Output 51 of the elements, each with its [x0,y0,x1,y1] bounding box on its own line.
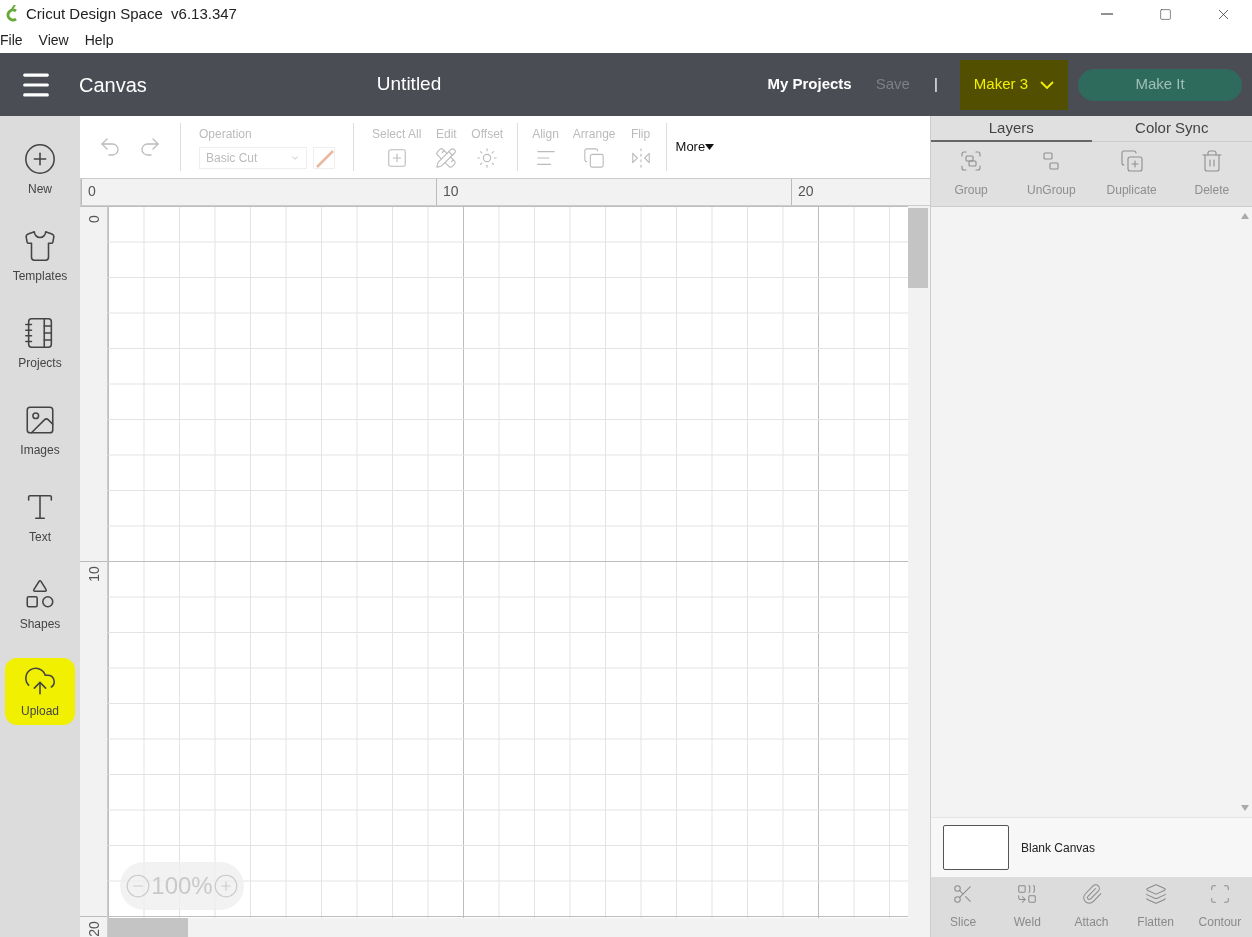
contour-icon [1208,883,1231,905]
caret-icon [705,144,715,150]
sidebar-item[interactable]: New [5,136,75,203]
more-menu-button[interactable]: More [675,137,715,157]
menu-item[interactable]: View [38,30,69,51]
layer-name[interactable]: Blank Canvas [1021,838,1096,857]
ruler-number: 20 [85,921,102,937]
sidebar-item[interactable]: Projects [5,310,75,377]
plus-circle-icon [23,141,57,176]
minimize-icon [1101,13,1113,15]
canvas-thumbnail [943,825,1009,870]
zoom-in-icon[interactable] [212,873,239,899]
ruler-number: 10 [85,566,102,582]
caret-icon [290,153,300,163]
sidebar-item[interactable]: Text [5,484,75,551]
sidebar-item[interactable]: Shapes [5,571,75,638]
sidebar-item[interactable]: Upload [5,658,75,725]
ruler-number: 0 [85,215,102,223]
weld-icon [1016,883,1039,905]
sidebar-item[interactable]: Images [5,397,75,464]
layers-icon [1144,883,1167,905]
group-icon [959,149,984,173]
zoom-out-icon[interactable] [125,873,152,899]
menu-item[interactable]: File [0,30,23,51]
machine-selector[interactable]: Maker 3 [959,59,1068,110]
operation-label: Operation [199,126,253,143]
section-title: Canvas [79,72,147,98]
sidebar-item[interactable]: Templates [5,223,75,290]
separator-text: | [933,74,938,95]
offset-icon [476,147,499,169]
scroll-up-icon[interactable] [1241,213,1249,219]
vertical-scrollbar[interactable] [908,208,928,288]
stack-icon [583,147,606,169]
window-title: Cricut Design Space v6.13.347 [26,3,237,24]
chevron-down-icon [1040,80,1054,89]
my-projects-link[interactable]: My Projects [767,73,852,96]
duplicate-icon [1119,149,1144,173]
pen-color-swatch[interactable] [313,147,335,169]
dashed-plus-icon [385,147,408,169]
horizontal-scrollbar[interactable] [108,918,188,937]
shirt-icon [23,228,57,263]
project-name: Untitled [376,72,442,97]
flip-icon [629,147,652,169]
scroll-down-icon[interactable] [1241,805,1249,811]
ruler-number: 20 [798,183,814,199]
ruler-number: 0 [88,183,96,199]
ruler-number: 10 [443,183,459,199]
paperclip-icon [1080,883,1103,905]
menu-item[interactable]: Help [84,30,114,51]
maximize-icon [1158,7,1172,21]
pencil-ruler-icon [435,147,458,169]
